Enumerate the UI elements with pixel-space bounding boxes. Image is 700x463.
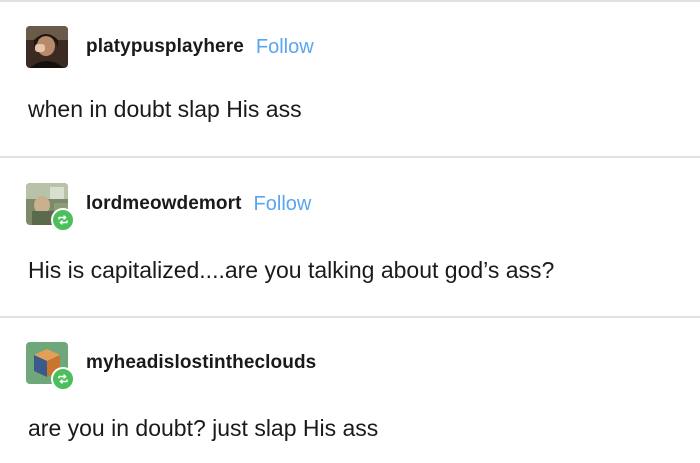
- post-text: are you in doubt? just slap His ass: [28, 415, 379, 441]
- follow-button[interactable]: Follow: [256, 36, 314, 59]
- reblog-icon: [58, 374, 68, 384]
- post-text: His is capitalized....are you talking ab…: [28, 257, 555, 283]
- user-photo-avatar-icon: [26, 26, 68, 68]
- divider: [0, 156, 700, 158]
- divider: [0, 316, 700, 318]
- post-header: lordmeowdemort Follow: [26, 183, 312, 232]
- username[interactable]: platypusplayhere: [86, 36, 244, 58]
- avatar[interactable]: [26, 342, 75, 391]
- post-header: myheadislostintheclouds: [26, 342, 316, 391]
- post-header: platypusplayhere Follow: [26, 26, 314, 68]
- post-text: when in doubt slap His ass: [28, 96, 302, 122]
- avatar[interactable]: [26, 183, 75, 232]
- username[interactable]: myheadislostintheclouds: [86, 352, 316, 374]
- reblog-badge: [51, 208, 75, 232]
- avatar[interactable]: [26, 26, 68, 68]
- reblog-badge: [51, 367, 75, 391]
- tumblr-thread: platypusplayhere Follow when in doubt sl…: [0, 0, 700, 463]
- follow-button[interactable]: Follow: [254, 193, 312, 216]
- reblog-icon: [58, 215, 68, 225]
- username[interactable]: lordmeowdemort: [86, 193, 242, 215]
- divider: [0, 0, 700, 2]
